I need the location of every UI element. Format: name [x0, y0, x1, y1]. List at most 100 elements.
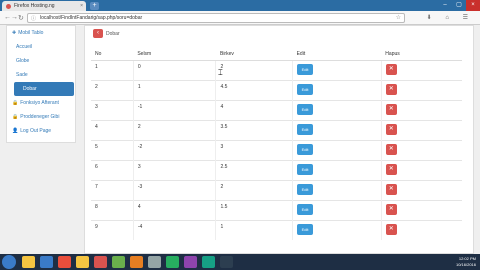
sidebar: ✚ Mobil Tablo Accueil Globe Sade Dobar 🔒 Fonksi…	[6, 25, 76, 143]
sidebar-item[interactable]: 👤 Log Out Page	[7, 124, 75, 138]
table-cell: -4	[132, 219, 216, 240]
table-cell: 3	[132, 159, 216, 180]
delete-cell: ✕	[380, 119, 462, 140]
start-button[interactable]	[2, 255, 16, 269]
page-title: Dobar	[106, 31, 120, 37]
system-clock[interactable]: 12:02 PM 10/16/2016	[456, 256, 476, 268]
delete-cell: ✕	[380, 79, 462, 100]
browser-tab[interactable]: Firefox Hosting.ng ×	[2, 1, 86, 11]
back-icon[interactable]: ←	[4, 14, 11, 21]
back-button[interactable]: ‹	[93, 29, 103, 38]
taskbar-app-icon[interactable]	[22, 256, 35, 268]
edit-button[interactable]: Edit	[297, 203, 314, 215]
sidebar-item[interactable]: Globe	[7, 54, 75, 68]
sidebar-item-label: Sade	[16, 72, 28, 78]
sidebar-item-label: Globe	[16, 58, 30, 64]
delete-button[interactable]: ✕	[385, 63, 397, 75]
sidebar-item-label: Dobar	[23, 86, 37, 92]
edit-cell: Edit	[292, 79, 382, 100]
delete-button[interactable]: ✕	[385, 103, 397, 115]
table-body: 1 0 2 Edit ✕ 2 1 4.5 Edit ✕ 3 -1 4 Edit ✕ 4 2 3.5 Edit ✕ 5 -2…	[91, 59, 462, 240]
favicon-icon	[6, 3, 11, 9]
info-icon[interactable]: ⓘ	[31, 15, 36, 23]
edit-button[interactable]: Edit	[297, 123, 314, 135]
sidebar-item[interactable]: 🔒 Proddeneger Gibi	[7, 110, 75, 124]
column-header: No	[91, 48, 134, 61]
taskbar-app-icon[interactable]	[94, 256, 107, 268]
delete-button[interactable]: ✕	[385, 223, 397, 235]
table-cell: 3.5	[215, 119, 293, 140]
delete-cell: ✕	[380, 139, 462, 160]
delete-button[interactable]: ✕	[385, 123, 397, 135]
clock-date: 10/16/2016	[455, 262, 476, 267]
minimize-button[interactable]: –	[438, 0, 452, 11]
delete-button[interactable]: ✕	[385, 83, 397, 95]
delete-button[interactable]: ✕	[385, 203, 397, 215]
edit-button[interactable]: Edit	[297, 223, 314, 235]
maximize-button[interactable]: ▢	[452, 0, 466, 11]
edit-button[interactable]: Edit	[297, 143, 314, 155]
delete-button[interactable]: ✕	[385, 143, 397, 155]
table-row: 1 0 2 Edit ✕	[91, 59, 462, 80]
taskbar-app-icon[interactable]	[148, 256, 161, 268]
sidebar-item[interactable]: Sade	[7, 68, 75, 82]
taskbar-app-icon[interactable]	[112, 256, 125, 268]
taskbar-app-icon[interactable]	[58, 256, 71, 268]
table-row: 8 4 1.5 Edit ✕	[91, 199, 462, 220]
edit-cell: Edit	[292, 179, 382, 200]
table-cell: 2	[132, 119, 216, 140]
main-content: ‹ Dobar No Selsm Birkev Edit Hapus 1 0 2 Edit ✕ 2…	[84, 25, 474, 254]
tab-title: Firefox Hosting.ng	[14, 3, 55, 9]
sidebar-item-label: Fonksiyo Afterant	[20, 100, 59, 106]
table-cell: 4	[215, 99, 293, 120]
table-row: 7 -3 2 Edit ✕	[91, 179, 462, 200]
delete-cell: ✕	[380, 199, 462, 220]
edit-button[interactable]: Edit	[297, 103, 314, 115]
taskbar-app-icon[interactable]	[40, 256, 53, 268]
edit-button[interactable]: Edit	[297, 83, 314, 95]
taskbar-app-icon[interactable]	[76, 256, 89, 268]
taskbar-app-icon[interactable]	[130, 256, 143, 268]
table-cell: 1	[215, 219, 293, 240]
table-row: 9 -4 1 Edit ✕	[91, 219, 462, 240]
forward-icon[interactable]: →	[11, 14, 18, 21]
sidebar-item[interactable]: ✚ Mobil Tablo	[7, 26, 75, 40]
data-table: No Selsm Birkev Edit Hapus 1 0 2 Edit ✕ 2 1 4.5 Edit…	[91, 48, 462, 240]
toolbar-icons[interactable]: ⬇ ⌂ ☰	[427, 14, 474, 21]
tab-bar: Firefox Hosting.ng × + – ▢ ×	[0, 0, 480, 11]
table-cell: 0	[132, 59, 216, 80]
delete-button[interactable]: ✕	[385, 183, 397, 195]
bookmark-star-icon[interactable]: ☆	[396, 14, 401, 22]
taskbar-app-icon[interactable]	[202, 256, 215, 268]
taskbar-app-icon[interactable]	[166, 256, 179, 268]
sidebar-item-icon: 🔒	[12, 114, 19, 120]
table-cell: 4.5	[215, 79, 293, 100]
address-bar[interactable]: ⓘ localhost/FindIntFandarig/sap.php/soru…	[27, 13, 405, 23]
sidebar-item-icon: 👤	[12, 128, 19, 134]
tab-close-icon[interactable]: ×	[80, 3, 83, 9]
delete-cell: ✕	[380, 179, 462, 200]
taskbar-app-icon[interactable]	[184, 256, 197, 268]
delete-cell: ✕	[380, 59, 462, 80]
column-header: Birkev	[215, 48, 293, 61]
edit-cell: Edit	[292, 139, 382, 160]
sidebar-item[interactable]: Accueil	[7, 40, 75, 54]
sidebar-item-icon: 🔒	[12, 100, 19, 106]
column-header: Selsm	[133, 48, 216, 61]
page-body: ✚ Mobil Tablo Accueil Globe Sade Dobar 🔒 Fonksi…	[0, 25, 480, 254]
delete-button[interactable]: ✕	[385, 163, 397, 175]
sidebar-item[interactable]: 🔒 Fonksiyo Afterant	[7, 96, 75, 110]
table-cell: 9	[91, 219, 134, 240]
table-cell: 1.5	[215, 199, 293, 220]
window-close-button[interactable]: ×	[466, 0, 480, 11]
new-tab-button[interactable]: +	[90, 2, 99, 10]
table-row: 4 2 3.5 Edit ✕	[91, 119, 462, 140]
delete-cell: ✕	[380, 219, 462, 240]
table-cell: 3	[91, 99, 134, 120]
edit-button[interactable]: Edit	[297, 63, 314, 75]
edit-button[interactable]: Edit	[297, 163, 314, 175]
reload-icon[interactable]: ↻	[18, 14, 24, 22]
sidebar-item[interactable]: Dobar	[14, 82, 74, 96]
taskbar-app-icon[interactable]	[220, 256, 233, 268]
edit-button[interactable]: Edit	[297, 183, 314, 195]
